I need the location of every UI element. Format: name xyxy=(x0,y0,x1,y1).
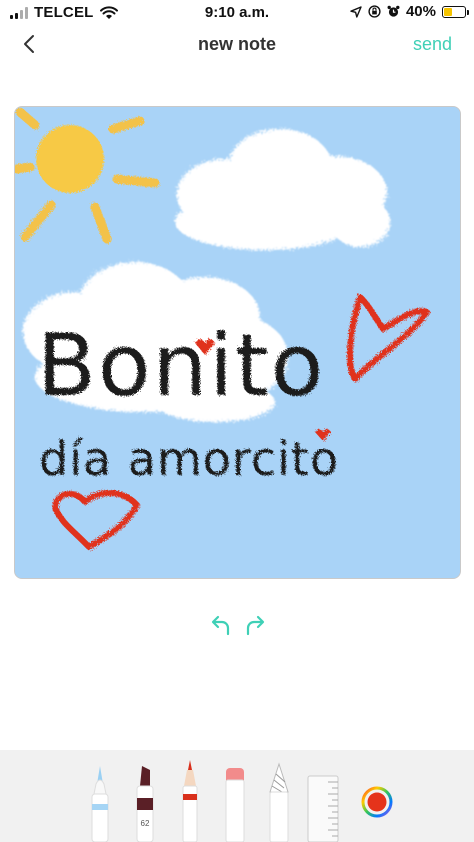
alarm-icon xyxy=(387,5,400,17)
marker-size-label: 62 xyxy=(141,819,150,828)
undo-arrow-icon[interactable] xyxy=(205,612,233,640)
redo-arrow-icon[interactable] xyxy=(243,612,271,640)
selected-color-swatch xyxy=(367,792,387,812)
battery-icon xyxy=(442,5,469,18)
handwriting-line1: Bonito xyxy=(37,316,325,416)
drawing-toolbar: 62 xyxy=(0,750,474,842)
ruler-tool[interactable] xyxy=(306,774,340,842)
drawing-canvas[interactable]: Bonito día amorcito xyxy=(14,106,461,579)
status-right: 40% xyxy=(350,3,469,20)
eraser-tool[interactable] xyxy=(222,766,248,842)
screen-lock-icon xyxy=(368,5,381,18)
status-bar: TELCEL 9:10 a.m. 40% xyxy=(0,0,474,26)
battery-percent: 40% xyxy=(405,3,436,20)
battery-fill xyxy=(444,7,452,16)
handwriting-line2: día amorcito xyxy=(39,432,339,486)
pencil-tool[interactable] xyxy=(178,760,202,842)
page-title: new note xyxy=(197,34,276,54)
marker-tool[interactable]: 62 xyxy=(133,764,157,842)
send-button[interactable]: send xyxy=(413,34,452,55)
drawing-svg: Bonito día amorcito xyxy=(15,107,460,578)
nav-bar: new note send xyxy=(0,26,474,64)
color-picker-button[interactable] xyxy=(361,786,393,818)
location-arrow-icon xyxy=(350,5,362,18)
chevron-left-icon[interactable] xyxy=(16,30,44,58)
pen-tool[interactable] xyxy=(88,764,112,842)
fountain-pen-tool[interactable] xyxy=(266,762,292,842)
